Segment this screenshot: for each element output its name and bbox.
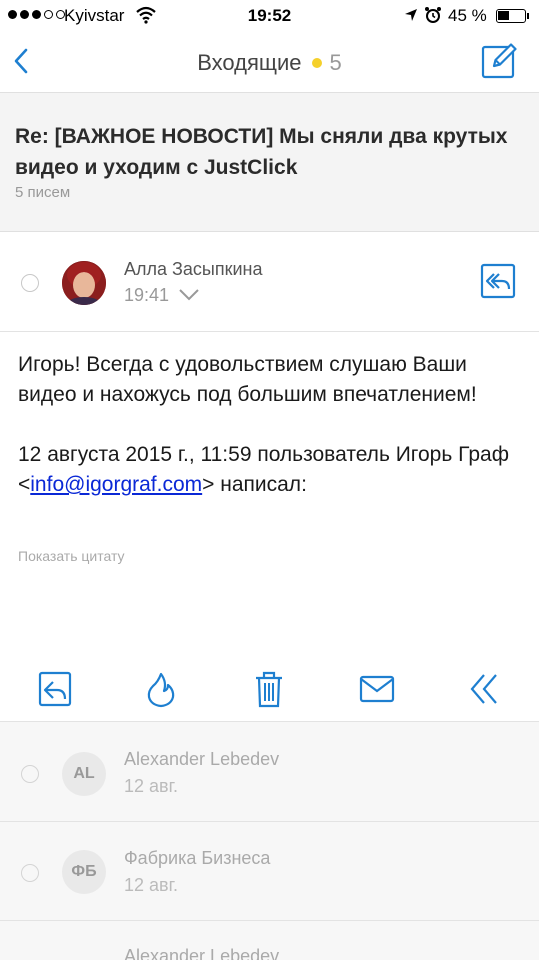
message-date: 12 авг. (124, 875, 178, 895)
message-time: 19:41 (124, 285, 170, 305)
status-bar: Kyivstar 19:52 45 % (0, 0, 539, 32)
message-select-radio[interactable] (21, 864, 39, 882)
battery-percentage: 45 % (448, 6, 487, 25)
sender-name: Alexander Lebedev (124, 946, 280, 960)
unread-dot-icon (311, 57, 322, 68)
navigation-bar: Входящие 5 (0, 32, 539, 93)
reply-all-icon[interactable] (480, 263, 516, 299)
sender-name: Фабрика Бизнеса (124, 848, 271, 868)
folder-name: Входящие (197, 50, 302, 75)
sender-email-link[interactable]: info@igorgraf.com (30, 473, 202, 496)
avatar (62, 261, 106, 305)
chevron-down-icon[interactable] (178, 288, 200, 302)
mail-icon[interactable] (358, 669, 396, 709)
reply-icon[interactable] (37, 669, 75, 709)
sender-name: Alexander Lebedev (124, 749, 280, 769)
message-select-radio[interactable] (21, 765, 39, 783)
trash-icon[interactable] (250, 669, 288, 709)
double-chevron-left-icon[interactable] (466, 669, 504, 709)
compose-icon[interactable] (480, 42, 518, 80)
avatar: ФБ (62, 850, 106, 894)
message-body: Игорь! Всегда с удовольствием слушаю Ваш… (18, 350, 523, 500)
thread-message-list: AL Alexander Lebedev 12 авг. ФБ Фабрика … (0, 721, 539, 960)
quote-header: 12 августа 2015 г., 11:59 пользователь И… (18, 443, 509, 496)
avatar-photo (62, 261, 106, 305)
list-item[interactable]: Alexander Lebedev (0, 921, 539, 960)
thread-subject: Re: [ВАЖНОЕ НОВОСТИ] Мы сняли два крутых… (15, 125, 508, 179)
divider (0, 331, 539, 332)
thread-message-count: 5 писем (15, 184, 71, 201)
battery-tip (527, 13, 529, 19)
battery-icon (496, 9, 526, 23)
message-text: Игорь! Всегда с удовольствием слушаю Ваш… (18, 353, 477, 406)
unread-count: 5 (329, 50, 342, 75)
avatar: AL (62, 752, 106, 796)
message-select-radio[interactable] (21, 274, 39, 292)
location-arrow-icon (405, 9, 417, 21)
fire-icon[interactable] (142, 669, 180, 709)
battery-level-fill (498, 11, 509, 20)
thread-header: Re: [ВАЖНОЕ НОВОСТИ] Мы сняли два крутых… (0, 93, 539, 232)
list-item[interactable]: AL Alexander Lebedev 12 авг. (0, 722, 539, 821)
message-date: 12 авг. (124, 776, 178, 796)
sender-name: Алла Засыпкина (124, 259, 263, 279)
show-quote-link[interactable]: Показать цитату (18, 548, 125, 564)
list-item[interactable]: ФБ Фабрика Бизнеса 12 авг. (0, 822, 539, 921)
alarm-icon (425, 7, 441, 23)
inbox-title[interactable]: Входящие 5 (0, 50, 539, 76)
